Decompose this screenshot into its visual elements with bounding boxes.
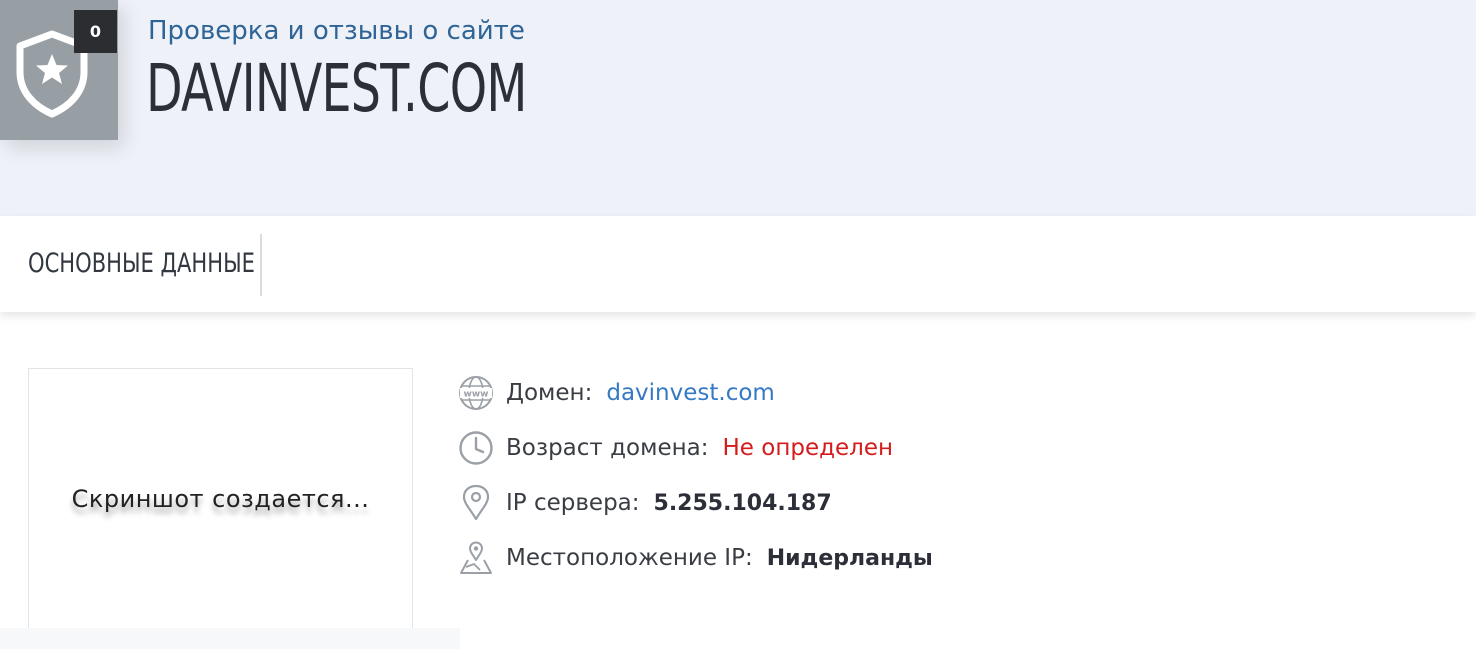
- server-ip-value: 5.255.104.187: [653, 490, 832, 516]
- domain-link[interactable]: davinvest.com: [606, 380, 774, 406]
- screenshot-placeholder: Скриншот создается...: [71, 484, 370, 513]
- tab-divider: [260, 234, 262, 296]
- domain-label: Домен:: [506, 380, 593, 406]
- www-globe-icon: www: [458, 375, 494, 411]
- content-divider: [0, 628, 460, 649]
- domain-age-value: Не определен: [722, 435, 894, 461]
- section-nav: ОСНОВНЫЕ ДАННЫЕ: [0, 216, 1476, 312]
- clock-icon: [458, 430, 494, 466]
- ip-location-value: Нидерланды: [766, 545, 933, 571]
- map-location-icon: [458, 540, 494, 576]
- server-ip-label: IP сервера:: [506, 490, 640, 516]
- map-pin-icon: [458, 485, 494, 521]
- domain-row: www Домен: davinvest.com: [458, 375, 775, 411]
- site-screenshot: Скриншот создается...: [28, 368, 413, 629]
- site-header: 0 Проверка и отзывы о сайте DAVINVEST.CO…: [0, 0, 1476, 216]
- ip-location-label: Местоположение IP:: [506, 545, 753, 571]
- domain-age-row: Возраст домена: Не определен: [458, 430, 893, 466]
- page-title: DAVINVEST.COM: [146, 50, 527, 127]
- page-subtitle: Проверка и отзывы о сайте: [148, 16, 525, 46]
- server-ip-row: IP сервера: 5.255.104.187: [458, 485, 832, 521]
- review-count-badge: 0: [74, 10, 117, 53]
- ip-location-row: Местоположение IP: Нидерланды: [458, 540, 933, 576]
- domain-age-label: Возраст домена:: [506, 435, 709, 461]
- svg-text:www: www: [464, 390, 489, 400]
- tab-basic-data[interactable]: ОСНОВНЫЕ ДАННЫЕ: [28, 248, 255, 279]
